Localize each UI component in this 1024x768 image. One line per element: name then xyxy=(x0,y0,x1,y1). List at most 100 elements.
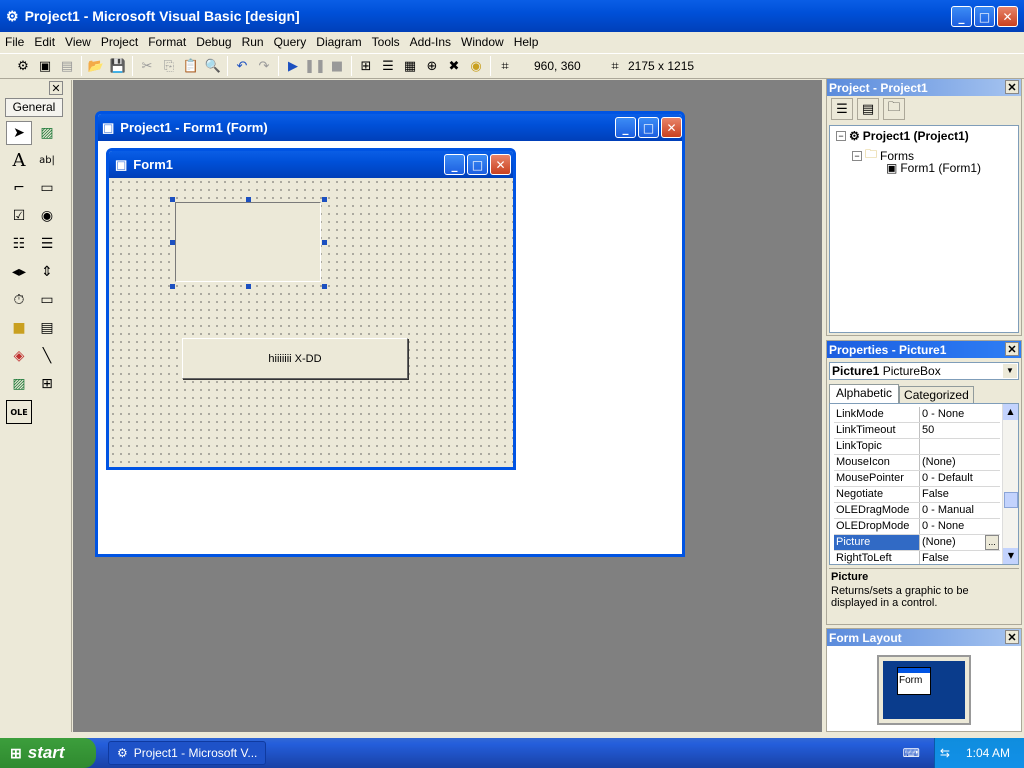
scroll-down-icon[interactable]: ▼ xyxy=(1003,548,1018,564)
menu-tools[interactable]: Tools xyxy=(367,35,405,49)
menu-format[interactable]: Format xyxy=(143,35,191,49)
menu-help[interactable]: Help xyxy=(509,35,544,49)
close-icon[interactable]: ✕ xyxy=(997,6,1018,27)
property-row[interactable]: Negotiate False xyxy=(834,487,1000,503)
command-button[interactable]: hiiiiiii X-DD xyxy=(182,338,408,379)
toolbox-icon[interactable]: ✖ xyxy=(443,55,465,77)
designer-minimize-icon[interactable]: _ xyxy=(615,117,636,138)
selection-handle[interactable] xyxy=(322,240,327,245)
line-tool-icon[interactable]: ╲ xyxy=(34,344,60,368)
project-panel-close-icon[interactable]: ✕ xyxy=(1005,80,1019,94)
pointer-tool-icon[interactable]: ➤ xyxy=(6,121,32,145)
menu-addins[interactable]: Add-Ins xyxy=(405,35,456,49)
combobox-tool-icon[interactable]: ☷ xyxy=(6,232,32,256)
copy-icon[interactable]: ⎘ xyxy=(158,55,180,77)
menu-debug[interactable]: Debug xyxy=(191,35,236,49)
run-icon[interactable]: ▶ xyxy=(282,55,304,77)
add-project-icon[interactable]: ⚙ xyxy=(12,55,34,77)
selection-handle[interactable] xyxy=(246,284,251,289)
vscrollbar-tool-icon[interactable]: ⇕ xyxy=(34,260,60,284)
hscrollbar-tool-icon[interactable]: ◂▸ xyxy=(6,260,32,284)
view-object-icon[interactable]: ▤ xyxy=(857,98,879,120)
form1-maximize-icon[interactable]: □ xyxy=(467,154,488,175)
redo-icon[interactable]: ↷ xyxy=(253,55,275,77)
menu-window[interactable]: Window xyxy=(456,35,509,49)
textbox-tool-icon[interactable]: ab| xyxy=(34,148,60,172)
property-row[interactable]: MouseIcon (None) xyxy=(834,455,1000,471)
property-value[interactable]: (None) xyxy=(920,455,1000,470)
menu-editor-icon[interactable]: ▤ xyxy=(56,55,78,77)
project-explorer-icon[interactable]: ⊞ xyxy=(355,55,377,77)
commandbutton-tool-icon[interactable]: ▭ xyxy=(34,176,60,200)
filelistbox-tool-icon[interactable]: ▤ xyxy=(34,316,60,340)
tree-form1-item[interactable]: ▣ Form1 (Form1) xyxy=(886,161,981,175)
add-form-icon[interactable]: ▣ xyxy=(34,55,56,77)
selection-handle[interactable] xyxy=(170,240,175,245)
network-tray-icon[interactable]: ⇆ xyxy=(940,746,950,760)
form1-close-icon[interactable]: ✕ xyxy=(490,154,511,175)
paste-icon[interactable]: 📋 xyxy=(180,55,202,77)
ole-tool-icon[interactable]: OLE xyxy=(6,400,32,424)
property-row[interactable]: LinkMode 0 - None xyxy=(834,407,1000,423)
frame-tool-icon[interactable]: ⌐ xyxy=(6,176,32,200)
ellipsis-button[interactable]: ... xyxy=(985,535,999,550)
dirlistbox-tool-icon[interactable]: ■ xyxy=(6,316,32,340)
save-icon[interactable]: 💾 xyxy=(107,55,129,77)
property-row-selected[interactable]: Picture (None)... xyxy=(834,535,1000,551)
taskbar-vb-task[interactable]: ⚙ Project1 - Microsoft V... xyxy=(108,741,266,765)
timer-tool-icon[interactable]: ⏱ xyxy=(6,288,32,312)
property-value[interactable]: 0 - None xyxy=(920,407,1000,422)
properties-close-icon[interactable]: ✕ xyxy=(1005,342,1019,356)
object-selector[interactable]: Picture1 PictureBox ▼ xyxy=(829,362,1019,380)
designer-maximize-icon[interactable]: □ xyxy=(638,117,659,138)
tree-root[interactable]: − ⚙ Project1 (Project1) xyxy=(836,129,969,143)
property-value[interactable]: 50 xyxy=(920,423,1000,438)
property-value[interactable]: False xyxy=(920,487,1000,502)
form1-minimize-icon[interactable]: _ xyxy=(444,154,465,175)
properties-window-icon[interactable]: ☰ xyxy=(377,55,399,77)
picturebox-tool-icon[interactable]: ▨ xyxy=(34,121,60,145)
tab-categorized[interactable]: Categorized xyxy=(899,386,974,403)
form-layout-icon[interactable]: ▦ xyxy=(399,55,421,77)
pause-icon[interactable]: ❚❚ xyxy=(304,55,326,77)
optionbutton-tool-icon[interactable]: ◉ xyxy=(34,204,60,228)
selection-handle[interactable] xyxy=(246,197,251,202)
minimize-icon[interactable]: _ xyxy=(951,6,972,27)
property-value[interactable]: 0 - Default xyxy=(920,471,1000,486)
menu-run[interactable]: Run xyxy=(237,35,269,49)
keyboard-tray-icon[interactable]: ⌨ xyxy=(903,746,920,760)
toolbox-general-tab[interactable]: General xyxy=(5,98,63,117)
toggle-folders-icon[interactable]: 🗀 xyxy=(883,98,905,120)
picture1-picturebox[interactable] xyxy=(175,202,321,282)
checkbox-tool-icon[interactable]: ☑ xyxy=(6,204,32,228)
dropdown-arrow-icon[interactable]: ▼ xyxy=(1003,364,1017,378)
menu-project[interactable]: Project xyxy=(96,35,143,49)
stop-icon[interactable]: ■ xyxy=(326,55,348,77)
image-tool-icon[interactable]: ▨ xyxy=(6,372,32,396)
property-row[interactable]: LinkTimeout 50 xyxy=(834,423,1000,439)
toolbox-close-icon[interactable]: ✕ xyxy=(49,81,63,95)
find-icon[interactable]: 🔍 xyxy=(202,55,224,77)
property-row[interactable]: MousePointer 0 - Default xyxy=(834,471,1000,487)
drivelistbox-tool-icon[interactable]: ▭ xyxy=(34,288,60,312)
selection-handle[interactable] xyxy=(322,284,327,289)
maximize-icon[interactable]: □ xyxy=(974,6,995,27)
menu-edit[interactable]: Edit xyxy=(29,35,60,49)
designer-close-icon[interactable]: ✕ xyxy=(661,117,682,138)
form1-design-grid[interactable]: hiiiiiii X-DD xyxy=(109,178,513,467)
form1-window[interactable]: ▣ Form1 _ □ ✕ hiiiiiii X-DD xyxy=(106,148,516,470)
selection-handle[interactable] xyxy=(170,197,175,202)
property-value[interactable]: 0 - Manual xyxy=(920,503,1000,518)
menu-query[interactable]: Query xyxy=(269,35,312,49)
scroll-up-icon[interactable]: ▲ xyxy=(1003,404,1018,420)
view-code-icon[interactable]: ☰ xyxy=(831,98,853,120)
property-row[interactable]: LinkTopic xyxy=(834,439,1000,455)
property-value[interactable] xyxy=(920,439,1000,454)
undo-icon[interactable]: ↶ xyxy=(231,55,253,77)
menu-diagram[interactable]: Diagram xyxy=(311,35,366,49)
form-preview[interactable]: Form xyxy=(897,667,931,695)
data-view-icon[interactable]: ◉ xyxy=(465,55,487,77)
tab-alphabetic[interactable]: Alphabetic xyxy=(829,384,900,403)
cut-icon[interactable]: ✂ xyxy=(136,55,158,77)
property-row[interactable]: RightToLeft False xyxy=(834,551,1000,564)
